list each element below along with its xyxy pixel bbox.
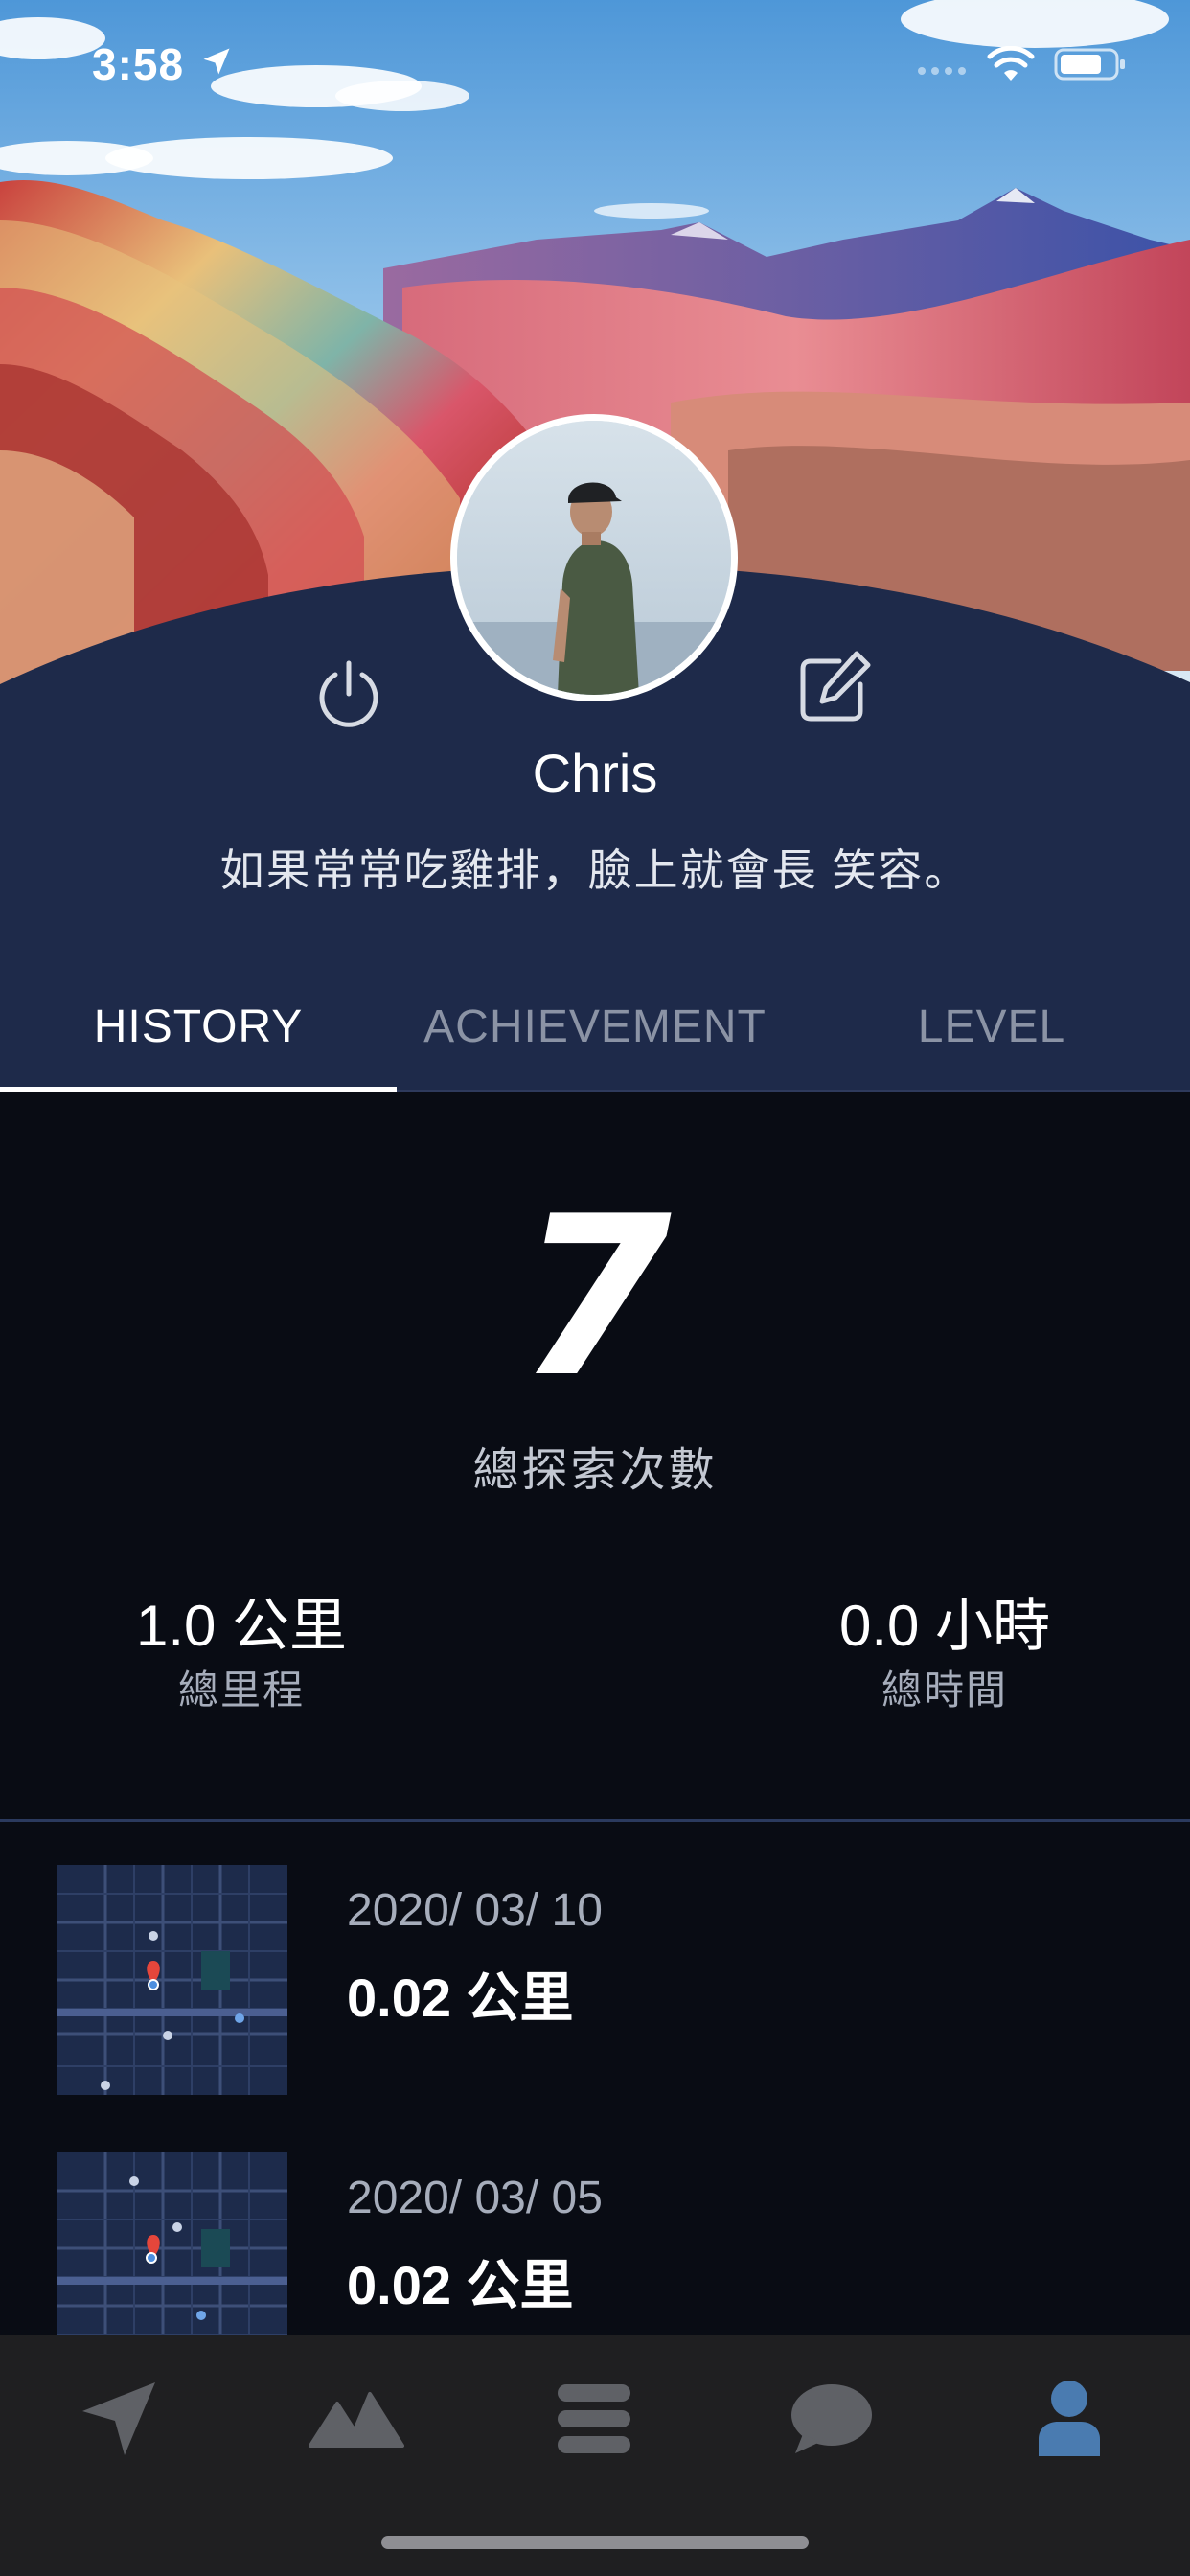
tabs-divider <box>397 1090 1190 1092</box>
tab-history[interactable]: HISTORY <box>0 1000 397 1053</box>
history-distance: 0.02 公里 <box>347 2255 574 2315</box>
status-bar: 3:58 <box>0 0 1190 126</box>
location-arrow-icon <box>82 2382 155 2455</box>
history-item[interactable]: 2020/ 03/ 10 0.02 公里 <box>0 1865 1190 2104</box>
history-distance: 0.02 公里 <box>347 1967 574 2028</box>
profile-tabs: HISTORY ACHIEVEMENT LEVEL <box>0 968 1190 1092</box>
edit-icon <box>800 651 871 722</box>
chat-bubble-icon <box>791 2384 872 2453</box>
route-map-thumbnail <box>57 2152 287 2334</box>
total-count: 7 <box>517 1170 673 1426</box>
total-distance-value: 1.0 公里 <box>135 1594 348 1658</box>
edit-profile-button[interactable] <box>797 648 874 724</box>
power-icon <box>319 660 378 727</box>
total-time-label: 總時間 <box>881 1668 1008 1713</box>
history-date: 2020/ 03/ 05 <box>347 2173 603 2223</box>
profile-bio: 如果常常吃雞排，臉上就會長 笑容。 <box>219 845 971 895</box>
cellular-signal-icon <box>916 63 970 83</box>
tab-level[interactable]: LEVEL <box>793 1000 1190 1053</box>
mountains-icon <box>309 2392 404 2448</box>
route-map-thumbnail <box>57 1865 287 2095</box>
nav-profile[interactable] <box>1021 2371 1117 2467</box>
history-content[interactable]: 7 總探索次數 1.0 公里 總里程 0.0 小時 總時間 2020/ 03/ … <box>0 1092 1190 2334</box>
avatar[interactable] <box>450 414 738 702</box>
tab-achievement[interactable]: ACHIEVEMENT <box>397 1000 793 1053</box>
wifi-icon <box>987 45 1035 87</box>
active-tab-indicator <box>0 1087 397 1092</box>
logout-button[interactable] <box>312 657 385 730</box>
total-count-label: 總探索次數 <box>472 1445 718 1496</box>
nav-list[interactable] <box>546 2371 642 2467</box>
bottom-navigation <box>0 2334 1190 2576</box>
total-time-value: 0.0 小時 <box>838 1594 1051 1658</box>
battery-icon <box>1054 48 1127 85</box>
nav-chat[interactable] <box>784 2371 880 2467</box>
list-icon <box>558 2384 630 2453</box>
profile-name: Chris <box>532 743 658 803</box>
home-indicator <box>381 2536 809 2549</box>
divider <box>0 1819 1190 1822</box>
status-time: 3:58 <box>92 39 185 89</box>
user-icon <box>1039 2380 1100 2456</box>
total-distance-label: 總里程 <box>177 1668 305 1713</box>
nav-explore[interactable] <box>309 2371 404 2467</box>
history-date: 2020/ 03/ 10 <box>347 1885 603 1936</box>
history-item[interactable]: 2020/ 03/ 05 0.02 公里 <box>0 2152 1190 2334</box>
nav-navigate[interactable] <box>71 2371 167 2467</box>
location-services-icon <box>199 44 234 83</box>
